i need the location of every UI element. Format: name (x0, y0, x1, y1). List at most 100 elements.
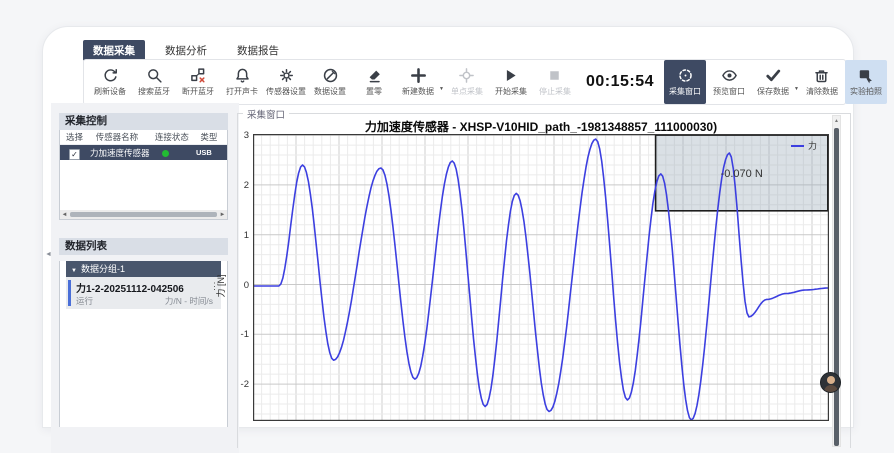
trash-icon (813, 67, 830, 84)
set-zero-button[interactable]: 置零 (353, 60, 395, 104)
item-status: 运行 (76, 295, 93, 307)
data-settings-button[interactable]: 数据设置 (309, 60, 351, 104)
sensor-row[interactable]: ✓ 力加速度传感器 USB (60, 145, 227, 160)
disconnect-bluetooth-button[interactable]: 断开蓝牙 (177, 60, 219, 104)
bluetooth-disconnect-icon (190, 67, 207, 84)
button-label: 搜索蓝牙 (138, 86, 170, 97)
scroll-left-icon[interactable]: ◄ (60, 212, 69, 218)
dashed-circle-icon (677, 67, 694, 84)
capture-window-button[interactable]: 采集窗口 (664, 60, 706, 104)
button-label: 传感器设置 (266, 86, 306, 97)
column-header: 类型 (200, 131, 227, 143)
button-label: 采集窗口 (669, 86, 701, 97)
tab-data-analysis[interactable]: 数据分析 (155, 40, 217, 61)
dropdown-caret-icon[interactable]: ▼ (439, 86, 444, 92)
status-dot (162, 150, 169, 157)
item-axes: 力/N - 时间/s (165, 295, 213, 307)
sensor-table: 选择传感器名称连接状态类型 ✓ 力加速度传感器 USB ◄ ► (59, 130, 228, 220)
measurement-annotation: -0.070 N (721, 168, 763, 180)
button-label: 新建数据 (402, 86, 434, 97)
assistant-avatar[interactable] (820, 372, 841, 393)
button-label: 保存数据 (757, 86, 789, 97)
chevron-down-icon[interactable]: ▼ (71, 268, 77, 274)
panel-title: 数据列表 (59, 238, 228, 255)
tab-data-report[interactable]: 数据报告 (227, 40, 289, 61)
legend-line-swatch (791, 145, 804, 147)
preview-window-button[interactable]: 预览窗口 (708, 60, 750, 104)
stop-icon (546, 67, 563, 84)
play-icon (502, 67, 519, 84)
scrollbar-thumb[interactable] (834, 128, 839, 446)
chart-plot-area[interactable]: -0.070 N (253, 134, 829, 421)
sensor-type: USB (196, 148, 223, 157)
y-tick-label: 3 (229, 130, 249, 141)
toolbar: 刷新设备搜索蓝牙断开蓝牙打开声卡传感器设置数据设置置零新建数据▼单点采集开始采集… (83, 59, 846, 105)
scroll-up-icon[interactable]: ▲ (833, 116, 840, 126)
column-header: 传感器名称 (96, 131, 155, 143)
data-group-row[interactable]: ▼ 数据分组-1 (66, 261, 221, 277)
button-label: 刷新设备 (94, 86, 126, 97)
item-title: 力1-2-20251112-042506 (76, 280, 184, 295)
refresh-icon (102, 67, 119, 84)
tab-bar: 数据采集数据分析数据报告 (83, 40, 289, 61)
start-acquisition-button[interactable]: 开始采集 (490, 60, 532, 104)
save-data-button[interactable]: 保存数据 (752, 60, 794, 104)
vertical-scrollbar[interactable]: ▲ (832, 115, 841, 447)
single-point-acquire-button: 单点采集 (446, 60, 488, 104)
crosshair-icon (458, 67, 475, 84)
search-icon (146, 67, 163, 84)
y-tick-label: -1 (229, 329, 249, 340)
data-list-body: ▼ 数据分组-1 力1-2-20251112-042506 ⋮ 运行 力/N - … (59, 261, 228, 427)
experiment-record-button[interactable]: 实验录制 (889, 60, 894, 104)
stop-acquisition-button: 停止采集 (534, 60, 576, 104)
snapshot-icon (857, 67, 874, 84)
check-icon (765, 67, 782, 84)
column-header: 选择 (60, 131, 96, 143)
button-label: 清除数据 (806, 86, 838, 97)
new-data-button[interactable]: 新建数据 (397, 60, 439, 104)
y-tick-label: 2 (229, 180, 249, 191)
clear-data-button[interactable]: 清除数据 (801, 60, 843, 104)
sensor-settings-button[interactable]: 传感器设置 (265, 60, 307, 104)
horizontal-scrollbar[interactable]: ◄ ► (60, 210, 227, 219)
sensor-checkbox[interactable]: ✓ (69, 149, 80, 160)
button-label: 置零 (366, 86, 382, 97)
search-bluetooth-button[interactable]: 搜索蓝牙 (133, 60, 175, 104)
panel-title: 采集控制 (59, 113, 228, 130)
gear-icon (278, 67, 295, 84)
experiment-snapshot-button[interactable]: 实验拍照 (845, 60, 887, 104)
avatar-body (824, 385, 838, 394)
bell-icon (234, 67, 251, 84)
button-label: 预览窗口 (713, 86, 745, 97)
legend-label: 力 (808, 139, 817, 152)
data-list-panel: 数据列表 ▼ 数据分组-1 力1-2-20251112-042506 ⋮ 运行 力… (59, 238, 228, 427)
open-sound-card-button[interactable]: 打开声卡 (221, 60, 263, 104)
column-header: 连接状态 (155, 131, 200, 143)
button-label: 数据设置 (314, 86, 346, 97)
eye-icon (721, 67, 738, 84)
chart-title: 力加速度传感器 - XHSP-V10HID_path_-1981348857_1… (253, 118, 829, 135)
acquisition-timer: 00:15:54 (586, 73, 654, 91)
acquisition-control-panel: 采集控制 选择传感器名称连接状态类型 ✓ 力加速度传感器 USB ◄ ► (59, 113, 228, 220)
scroll-right-icon[interactable]: ► (218, 212, 227, 218)
button-label: 打开声卡 (226, 86, 258, 97)
data-group-label: 数据分组-1 (81, 264, 125, 274)
y-tick-label: 0 (229, 280, 249, 291)
data-list-item[interactable]: 力1-2-20251112-042506 ⋮ 运行 力/N - 时间/s (66, 277, 221, 309)
button-label: 实验拍照 (850, 86, 882, 97)
scrollbar-thumb[interactable] (70, 212, 217, 217)
app-window: 数据采集数据分析数据报告 刷新设备 搜索蓝牙断开蓝牙打开声卡传感器设置数据设置 置零… (42, 26, 854, 428)
y-tick-label: 1 (229, 230, 249, 241)
plus-icon (410, 67, 427, 84)
pencil-circle-icon (322, 67, 339, 84)
sensor-name: 力加速度传感器 (90, 147, 150, 159)
item-accent-bar (68, 280, 71, 306)
sidebar-collapse-icon[interactable]: ◄ (45, 251, 52, 258)
y-tick-label: -2 (229, 379, 249, 390)
dropdown-caret-icon[interactable]: ▼ (794, 86, 799, 92)
chart-legend: 力 (791, 139, 817, 152)
eraser-icon (366, 67, 383, 84)
tab-data-acquisition[interactable]: 数据采集 (83, 40, 145, 61)
button-label: 开始采集 (495, 86, 527, 97)
refresh-device-button[interactable]: 刷新设备 (89, 60, 131, 104)
